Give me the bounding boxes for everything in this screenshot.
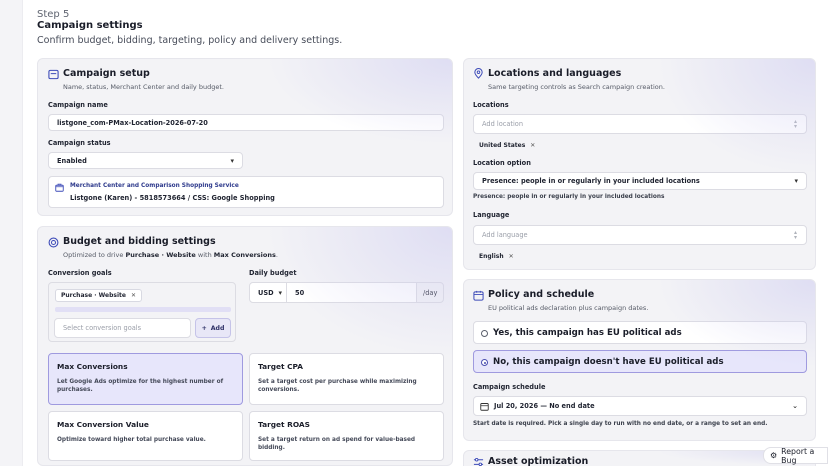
close-icon[interactable]: ✕ [131,292,136,299]
policy-title: Policy and schedule [488,289,595,300]
page-subtitle: Confirm budget, bidding, targeting, poli… [37,35,343,46]
locations-title: Locations and languages [488,68,622,79]
chevron-down-icon: ▾ [794,177,798,185]
campaign-name-label: Campaign name [48,101,108,109]
merchant-center-title: Merchant Center and Comparison Shopping … [70,183,239,189]
currency-select[interactable]: USD ▾ [249,282,287,303]
bug-icon: ⚙ [770,451,778,460]
daily-budget-input[interactable]: 50 [286,282,417,303]
conversion-goal-chip-label: Purchase · Website [61,292,126,299]
updown-icon: ▴ ▾ [793,118,797,130]
page-title: Campaign settings [37,20,143,31]
strategy-target-roas[interactable]: Target ROAS Set a target return on ad sp… [249,411,444,461]
conversion-goal-placeholder: Select conversion goals [63,324,142,332]
campaign-setup-icon [48,69,59,80]
merchant-center-value: Listgone (Karen) - 5818573664 / CSS: Goo… [70,194,275,202]
campaign-schedule-value: Jul 20, 2026 — No end date [494,402,595,410]
location-option-hint: Presence: people in or regularly in your… [473,194,665,200]
eu-political-yes-option[interactable]: Yes, this campaign has EU political ads [473,321,807,344]
location-placeholder: Add location [482,120,524,128]
strategy-title: Max Conversions [57,362,128,371]
location-option-select[interactable]: Presence: people in or regularly in your… [473,172,807,190]
campaign-setup-desc: Name, status, Merchant Center and daily … [63,83,224,91]
strategy-desc: Let Google Ads optimize for the highest … [57,379,224,393]
locations-label: Locations [473,101,509,109]
strategy-max-conversions[interactable]: Max Conversions Let Google Ads optimize … [48,353,243,405]
budget-icon [48,237,59,248]
close-icon[interactable]: ✕ [509,253,514,260]
strategy-desc: Set a target return on ad spend for valu… [258,437,416,451]
conversion-goal-select[interactable]: Select conversion goals [54,318,191,338]
updown-icon: ▴ ▾ [793,229,797,241]
step-indicator: Step 5 [37,9,70,20]
budget-bidding-card: Budget and bidding settings Optimized to… [37,226,453,466]
plus-icon: + [201,324,207,332]
per-day-suffix: /day [416,282,444,303]
strategy-title: Target CPA [258,362,304,371]
currency-value: USD [258,288,274,297]
language-placeholder: Add language [482,231,528,239]
left-sidebar [0,0,23,466]
campaign-schedule-hint: Start date is required. Pick a single da… [473,421,768,427]
report-bug-label: Report a Bug [781,446,815,465]
chevron-down-icon: ▾ [230,156,234,165]
chevron-down-icon: ⌄ [792,402,798,410]
eu-political-no-label: No, this campaign doesn't have EU politi… [493,357,724,367]
campaign-setup-card: Campaign setup Name, status, Merchant Ce… [37,58,453,216]
radio-icon [481,330,488,337]
budget-bidding-desc: Optimized to drive Purchase · Website wi… [63,251,278,259]
campaign-schedule-picker[interactable]: Jul 20, 2026 — No end date ⌄ [473,396,807,416]
campaign-status-select[interactable]: Enabled ▾ [48,152,243,169]
conversion-goal-chip[interactable]: Purchase · Website ✕ [55,289,142,302]
policy-desc: EU political ads declaration plus campai… [488,304,649,312]
eu-political-no-option[interactable]: No, this campaign doesn't have EU politi… [473,350,807,373]
conversion-goals-label: Conversion goals [48,269,112,277]
store-icon [55,183,64,192]
add-goal-button[interactable]: + Add [195,318,231,338]
strategy-title: Max Conversion Value [57,420,149,429]
report-bug-button[interactable]: ⚙ Report a Bug [763,446,828,465]
merchant-center-box: Merchant Center and Comparison Shopping … [48,176,444,208]
daily-budget-label: Daily budget [249,269,297,277]
asset-optimization-title: Asset optimization [488,456,589,466]
campaign-schedule-label: Campaign schedule [473,383,546,391]
campaign-setup-title: Campaign setup [63,68,150,79]
conversion-goals-divider [55,307,231,312]
strategy-desc: Set a target cost per purchase while max… [258,379,417,393]
sliders-icon [473,457,484,466]
strategy-title: Target ROAS [258,420,310,429]
campaign-status-label: Campaign status [48,139,111,147]
location-search-input[interactable]: Add location ▴ ▾ [473,114,807,134]
campaign-name-value: listgone_com-PMax-Location-2026-07-20 [57,118,208,127]
language-search-input[interactable]: Add language ▴ ▾ [473,225,807,245]
location-pin-icon [473,68,484,79]
strategy-desc: Optimize toward higher total purchase va… [57,437,206,443]
location-chip[interactable]: United States ✕ [473,139,540,152]
language-label: Language [473,211,510,219]
daily-budget-value: 50 [295,288,305,297]
budget-bidding-title: Budget and bidding settings [63,236,216,247]
location-option-value: Presence: people in or regularly in your… [482,177,700,185]
add-goal-label: Add [210,324,225,332]
calendar-icon [473,290,484,301]
eu-political-yes-label: Yes, this campaign has EU political ads [493,328,682,338]
strategy-target-cpa[interactable]: Target CPA Set a target cost per purchas… [249,353,444,405]
language-chip-label: English [479,253,504,260]
policy-schedule-card: Policy and schedule EU political ads dec… [463,279,816,441]
language-chip[interactable]: English ✕ [473,250,519,263]
locations-desc: Same targeting controls as Search campai… [488,83,665,91]
chevron-down-icon: ▾ [278,288,282,297]
per-day-label: /day [423,288,438,297]
radio-selected-icon [481,359,488,366]
strategy-max-conversion-value[interactable]: Max Conversion Value Optimize toward hig… [48,411,243,461]
campaign-status-value: Enabled [57,156,87,165]
close-icon[interactable]: ✕ [530,142,535,149]
location-chip-label: United States [479,142,526,149]
location-option-label: Location option [473,159,531,167]
calendar-icon [480,402,489,411]
locations-languages-card: Locations and languages Same targeting c… [463,58,816,270]
campaign-name-input[interactable]: listgone_com-PMax-Location-2026-07-20 [48,114,444,131]
